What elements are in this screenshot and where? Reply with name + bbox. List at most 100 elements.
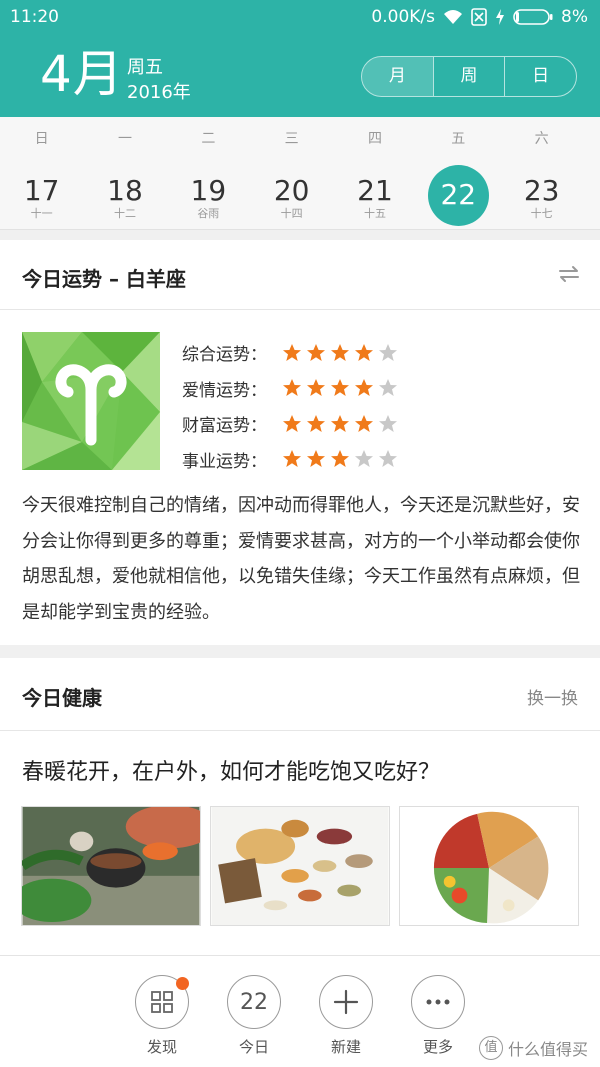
notification-dot (176, 977, 189, 990)
article-image-camping[interactable] (21, 806, 201, 926)
plus-icon (333, 989, 359, 1015)
star-empty-icon (379, 379, 397, 397)
refresh-button[interactable]: 换一换 (527, 684, 578, 709)
nav-label: 更多 (422, 1038, 453, 1056)
swap-arrows-icon[interactable] (558, 264, 580, 284)
nav-more-circle (411, 975, 465, 1029)
tab-day-view[interactable]: 日 (504, 57, 576, 96)
health-title: 今日健康 (22, 686, 102, 710)
nav-today[interactable]: 22 今日 (209, 975, 299, 1057)
weekday-label: 二 (201, 131, 216, 147)
current-weekday: 周五 (127, 57, 163, 78)
star-filled-icon (331, 450, 349, 468)
day-number: 22 (440, 178, 477, 211)
watermark: 值 什么值得买 (478, 1036, 588, 1060)
weekday-label: 五 (451, 131, 466, 147)
watermark-logo: 值 (478, 1036, 503, 1060)
current-month: 4月 (40, 45, 124, 103)
nav-more[interactable]: 更多 (393, 975, 483, 1057)
star-rating (282, 449, 398, 469)
star-filled-icon (283, 343, 301, 361)
health-card: 今日健康 换一换 春暖花开，在户外，如何才能吃饱又吃好？ (0, 658, 600, 958)
star-filled-icon (355, 343, 373, 361)
no-sim-icon (471, 8, 487, 26)
star-filled-icon (331, 379, 349, 397)
card-divider (0, 309, 600, 310)
rating-row-wealth: 财富运势： (182, 406, 398, 442)
article-headline[interactable]: 春暖花开，在户外，如何才能吃饱又吃好？ (22, 754, 440, 786)
nav-discover-circle (135, 975, 189, 1029)
weekday-label: 三 (284, 131, 299, 147)
card-divider (0, 730, 600, 731)
star-filled-icon (283, 414, 301, 432)
weekday-labels: 日 一 二 三 四 五 六 (0, 128, 600, 148)
grid-icon (151, 991, 173, 1013)
tab-week-view[interactable]: 周 (432, 57, 505, 96)
bottom-nav: 发现 22 今日 新建 更多 值 什么值得买 (0, 955, 600, 1067)
battery-level: 8% (561, 7, 588, 27)
horoscope-card: 今日运势 – 白羊座 综合运势： 爱情运势： 财富运势： 事业运势： 今天很难控… (0, 240, 600, 645)
day-cell[interactable]: 17 十一 (0, 165, 83, 225)
day-cell[interactable]: 20 十四 (250, 165, 333, 225)
day-cell[interactable]: 21 十五 (333, 165, 416, 225)
nav-discover[interactable]: 发现 (117, 975, 207, 1057)
view-mode-switcher: 月 周 日 (361, 56, 577, 97)
star-rating (282, 378, 398, 398)
lunar-date: 十五 (363, 207, 386, 220)
day-number: 23 (523, 174, 560, 207)
star-filled-icon (331, 343, 349, 361)
star-filled-icon (307, 450, 325, 468)
day-number: 20 (273, 174, 310, 207)
charging-icon (496, 9, 505, 25)
day-cell[interactable]: 18 十二 (83, 165, 166, 225)
star-filled-icon (307, 343, 325, 361)
watermark-text: 什么值得买 (507, 1040, 588, 1059)
star-empty-icon (355, 450, 373, 468)
star-filled-icon (331, 414, 349, 432)
star-filled-icon (307, 379, 325, 397)
today-date-icon: 22 (227, 975, 281, 1029)
nav-label: 发现 (146, 1038, 177, 1056)
star-rating (282, 414, 398, 434)
current-year: 2016年 (127, 82, 191, 103)
day-cell-selected[interactable]: 22 (417, 165, 500, 226)
rating-row-overall: 综合运势： (182, 335, 398, 371)
nav-new[interactable]: 新建 (301, 975, 391, 1057)
aries-zodiac-icon (22, 332, 160, 470)
week-strip: 日 一 二 三 四 五 六 17 十一 18 十二 19 谷雨 20 十四 21… (0, 117, 600, 230)
horoscope-description: 今天很难控制自己的情绪，因冲动而得罪他人，今天还是沉默些好，安分会让你得到更多的… (22, 495, 580, 623)
network-speed: 0.00K/s (371, 7, 436, 27)
weekday-label: 六 (534, 131, 549, 147)
app-header: 11:20 0.00K/s 8% 4月 周五 2016年 月 周 日 (0, 0, 600, 117)
week-days: 17 十一 18 十二 19 谷雨 20 十四 21 十五 22 23 十七 (0, 165, 600, 226)
tab-month-view[interactable]: 月 (362, 57, 433, 96)
rating-label: 爱情运势： (182, 380, 267, 401)
rating-label: 事业运势： (182, 451, 267, 472)
nav-new-circle (319, 975, 373, 1029)
lunar-date: 十一 (30, 207, 53, 220)
weekday-label: 一 (117, 131, 132, 147)
star-filled-icon (283, 379, 301, 397)
nav-label: 今日 (238, 1038, 269, 1056)
lunar-date: 十二 (113, 207, 136, 220)
day-cell[interactable]: 19 谷雨 (167, 165, 250, 225)
rating-row-career: 事业运势： (182, 442, 398, 478)
nav-label: 新建 (330, 1038, 361, 1056)
day-number: 21 (357, 174, 393, 207)
star-filled-icon (307, 414, 325, 432)
star-empty-icon (379, 343, 397, 361)
status-time: 11:20 (10, 7, 59, 27)
rating-label: 综合运势： (182, 345, 267, 366)
article-image-food-pyramid[interactable] (399, 806, 579, 926)
star-filled-icon (355, 379, 373, 397)
horoscope-title: 今日运势 – 白羊座 (22, 267, 186, 291)
day-number: 19 (190, 174, 227, 207)
wifi-icon (444, 10, 463, 24)
star-filled-icon (283, 450, 301, 468)
day-cell[interactable]: 23 十七 (500, 165, 583, 225)
weekday-label: 四 (367, 131, 382, 147)
rating-label: 财富运势： (182, 416, 267, 437)
article-image-grains[interactable] (210, 806, 390, 926)
rating-row-love: 爱情运势： (182, 371, 398, 407)
star-empty-icon (379, 414, 397, 432)
